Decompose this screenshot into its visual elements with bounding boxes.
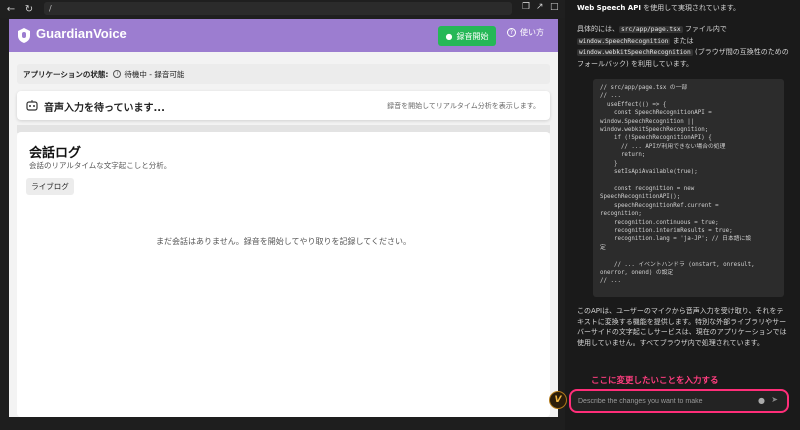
url-field[interactable]: / (44, 2, 512, 15)
inline-code-file: src/app/page.tsx (619, 26, 683, 33)
panel-intro-line: Web Speech API を使用して実現されています。 (577, 3, 740, 14)
maximize-icon[interactable]: □ (550, 2, 559, 12)
api-name: Web Speech API (577, 4, 641, 12)
voice-input-title: 音声入力を待っています... (44, 103, 165, 114)
voice-input-card: 音声入力を待っています... 録音を開始してリアルタイム分析を表示します。 (17, 91, 550, 120)
inline-code-speech: window.SpeechRecognition (577, 37, 671, 45)
microphone-icon[interactable]: ● (758, 396, 765, 405)
chat-input-box: ● ➤ (569, 389, 789, 413)
question-icon: ? (507, 28, 516, 37)
record-start-button[interactable]: ● 録音開始 (438, 26, 496, 46)
code-block: // src/app/page.tsx の一部 // ... useEffect… (593, 79, 784, 297)
app-header: GuardianVoice ● 録音開始 ? 使い方 (9, 19, 558, 52)
copy-icon[interactable]: ❐ (522, 2, 530, 12)
screen: ← ↻ / ❐ ↗ □ GuardianVoice ● 録音開始 ? 使い方 ア… (0, 0, 800, 430)
chat-input[interactable] (578, 395, 748, 407)
info-icon: i (113, 70, 122, 78)
reload-icon[interactable]: ↻ (22, 4, 36, 15)
help-label: 使い方 (520, 28, 544, 37)
arrow-left-icon[interactable]: ← (4, 4, 18, 15)
status-label: アプリケーションの状態: (23, 69, 109, 79)
panel-intro-rest: を使用して実現されています。 (640, 4, 741, 12)
help-button[interactable]: ? 使い方 (507, 27, 544, 38)
shield-voice-icon (18, 28, 30, 43)
inline-code-webkit: window.webkitSpeechRecognition (577, 49, 693, 56)
conversation-log-subtitle: 会話のリアルタイムな文字起こしと分析。 (29, 161, 172, 170)
mic-icon: ● (445, 31, 453, 41)
robot-icon (26, 100, 38, 111)
open-external-icon[interactable]: ↗ (536, 2, 544, 12)
annotation-label: ここに変更したいことを入力する (591, 376, 719, 386)
agent-avatar: V (549, 391, 567, 409)
panel-paragraph-2: このAPIは、ユーザーのマイクから音声入力を受け取り、それをテキストに変換する機… (577, 307, 787, 347)
record-start-label: 録音開始 (456, 31, 489, 41)
empty-log-message: まだ会話はありません。録音を開始してやり取りを記録してください。 (155, 237, 412, 246)
app-preview: GuardianVoice ● 録音開始 ? 使い方 アプリケーションの状態: … (9, 19, 558, 417)
live-log-tab[interactable]: ライブログ (26, 178, 74, 195)
status-value: 待機中 - 録音可能 (124, 69, 185, 79)
send-icon[interactable]: ➤ (771, 395, 778, 404)
para1-text-c: または (670, 36, 694, 45)
conversation-log-title: 会話ログ (29, 146, 82, 161)
browser-toolbar: ← ↻ / ❐ ↗ □ (0, 0, 565, 18)
app-logo-text: GuardianVoice (36, 26, 127, 41)
voice-input-hint: 録音を開始してリアルタイム分析を表示します。 (387, 102, 540, 110)
app-status-bar: アプリケーションの状態: i 待機中 - 録音可能 (17, 64, 550, 84)
para1-text-b: ファイル内で (682, 25, 727, 33)
para1-text-a: 具体的には、 (577, 25, 619, 33)
assistant-panel: Web Speech API を使用して実現されています。 具体的には、 src/… (565, 0, 800, 430)
panel-paragraph-1: 具体的には、 src/app/page.tsx ファイル内で window.Spe… (577, 24, 789, 69)
conversation-log-card: 会話ログ 会話のリアルタイムな文字起こしと分析。 ライブログ まだ会話はありませ… (17, 132, 550, 417)
